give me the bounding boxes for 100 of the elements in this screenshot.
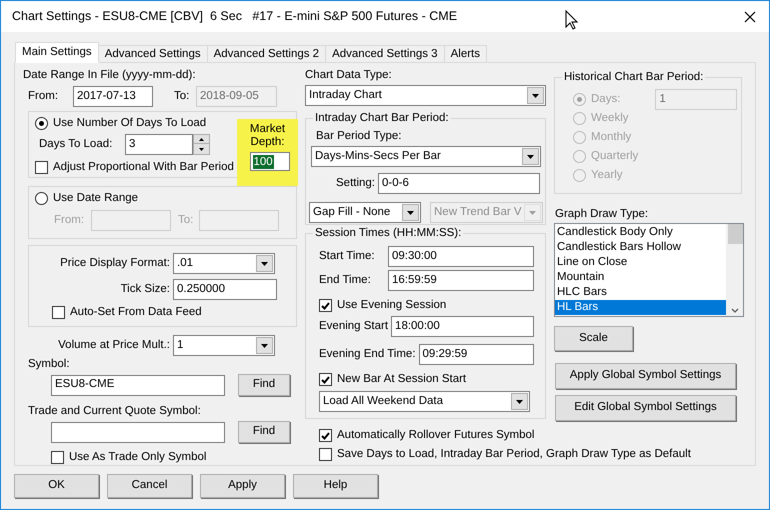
symbol-field[interactable] xyxy=(51,422,225,442)
radio-label: Yearly xyxy=(591,168,623,183)
format-dropdown[interactable]: .01 xyxy=(173,253,275,274)
mouse-pointer-icon xyxy=(565,10,578,30)
checkbox-label: Use Evening Session xyxy=(337,298,446,313)
field-label: Evening Start xyxy=(319,318,388,334)
section-label: Date Range In File (yyyy-mm-dd): xyxy=(23,68,197,82)
section-label: Graph Draw Type: xyxy=(555,207,650,221)
field-label: End Time: xyxy=(319,272,372,288)
time-field[interactable]: 09:30:00 xyxy=(388,246,534,267)
group-title: Session Times (HH:MM:SS): xyxy=(313,226,464,240)
volume-mult-dropdown[interactable]: 1 xyxy=(173,335,275,356)
field-label: Market Depth: xyxy=(248,123,286,149)
date-field[interactable]: 2018-09-05 xyxy=(196,86,277,107)
spin-up-button[interactable] xyxy=(193,134,210,144)
field-label: Setting: xyxy=(335,176,376,191)
caret-icon xyxy=(529,210,536,214)
scale-button[interactable]: Scale xyxy=(554,326,633,351)
checkbox[interactable] xyxy=(35,161,48,174)
time-field[interactable]: 18:00:00 xyxy=(391,316,534,337)
field-label: To: xyxy=(178,212,194,228)
field-label: Volume at Price Mult.: xyxy=(57,338,171,353)
checkbox-label: Adjust Proportional With Bar Period xyxy=(53,160,234,175)
up-arrow-icon xyxy=(199,138,204,140)
gap-fill-dropdown[interactable]: Gap Fill - None xyxy=(309,202,421,223)
radio-label: Days: xyxy=(591,92,620,107)
list-item[interactable]: Candlestick Bars Hollow xyxy=(555,240,726,255)
edit-global-button[interactable]: Edit Global Symbol Settings xyxy=(555,395,736,421)
checkbox-label: Use As Trade Only Symbol xyxy=(69,450,206,465)
market-depth-field[interactable]: 100 xyxy=(250,152,290,171)
dialog-button[interactable]: OK xyxy=(14,474,99,498)
radio-button[interactable] xyxy=(35,192,48,205)
field-label: Tick Size: xyxy=(120,282,171,297)
group-title: Intraday Chart Bar Period: xyxy=(313,111,451,125)
field-label: To: xyxy=(174,88,190,104)
list-item[interactable]: Candlestick Body Only xyxy=(555,225,726,240)
weekend-dropdown[interactable]: Load All Weekend Data xyxy=(319,391,530,412)
find-button[interactable]: Find xyxy=(238,374,290,396)
list-item[interactable]: HL Bars xyxy=(555,300,726,315)
dialog-button[interactable]: Cancel xyxy=(107,474,192,498)
symbol-field[interactable]: ESU8-CME xyxy=(51,374,225,396)
chart-type-dropdown[interactable]: Intraday Chart xyxy=(305,85,546,106)
caret-icon xyxy=(407,210,414,214)
radio-label: Quarterly xyxy=(591,148,638,164)
caret-icon xyxy=(261,344,268,348)
caret-icon xyxy=(261,262,268,266)
spin-down-button[interactable] xyxy=(193,144,210,155)
field-label: Trade and Current Quote Symbol: xyxy=(28,404,202,418)
date-field[interactable]: 2017-07-13 xyxy=(73,86,153,107)
time-field[interactable]: 16:59:59 xyxy=(388,270,534,291)
graph-type-list[interactable]: Candlestick Body Only Candlestick Bars Hollow Line on Close Mountain HLC Bars HL Bars xyxy=(554,223,744,317)
checkbox[interactable] xyxy=(319,448,332,461)
field-label: Days To Load: xyxy=(39,136,114,152)
setting-field[interactable]: 0-0-6 xyxy=(378,173,540,194)
section-label: Chart Data Type: xyxy=(305,68,393,82)
field-label: From: xyxy=(54,212,86,228)
caret-icon xyxy=(527,154,534,158)
radio-label: Weekly xyxy=(591,110,628,126)
field-label: Price Display Format: xyxy=(59,256,171,271)
down-arrow-icon xyxy=(199,148,204,150)
field-label: Start Time: xyxy=(319,248,376,264)
scrollbar-thumb[interactable] xyxy=(728,224,742,244)
list-item[interactable]: Mountain xyxy=(555,270,726,285)
date-field[interactable] xyxy=(91,210,171,231)
time-field[interactable]: 09:29:59 xyxy=(418,344,534,365)
dialog-button[interactable]: Apply xyxy=(200,474,285,498)
checkbox[interactable] xyxy=(319,373,332,386)
checkbox[interactable] xyxy=(52,306,65,319)
list-item[interactable]: HLC Bars xyxy=(555,285,726,300)
checkbox-label: Auto-Set From Data Feed xyxy=(70,304,202,320)
close-icon[interactable] xyxy=(744,10,756,22)
tab[interactable]: Main Settings xyxy=(15,42,99,63)
caret-icon xyxy=(516,400,523,404)
field-label: From: xyxy=(28,88,60,104)
days-field[interactable]: 3 xyxy=(125,134,193,155)
checkbox[interactable] xyxy=(319,299,332,312)
selected-text: 100 xyxy=(252,154,274,168)
tick-size-field[interactable]: 0.250000 xyxy=(173,279,277,300)
field-label: Symbol: xyxy=(28,357,71,371)
checkbox[interactable] xyxy=(51,451,64,464)
window-title: Chart Settings - ESU8-CME [CBV] 6 Sec #17 - E-mini S&P 500 Futures - CME xyxy=(12,8,458,26)
scrollbar[interactable] xyxy=(726,224,743,316)
radio-label: Use Date Range xyxy=(53,190,138,206)
date-field[interactable] xyxy=(199,210,279,231)
checkbox-label: Automatically Rollover Futures Symbol xyxy=(337,428,534,443)
apply-global-button[interactable]: Apply Global Symbol Settings xyxy=(555,363,736,389)
list-item[interactable]: Line on Close xyxy=(555,255,726,270)
checkbox-label: Save Days to Load, Intraday Bar Period, Graph Draw Type as Default xyxy=(337,446,691,462)
radio-label: Use Number Of Days To Load xyxy=(53,116,206,131)
tab[interactable]: Alerts xyxy=(444,45,487,63)
checkbox[interactable] xyxy=(319,429,332,442)
field-label: Evening End Time: xyxy=(319,346,416,362)
caret-icon xyxy=(532,94,539,98)
field-label: Bar Period Type: xyxy=(316,129,402,143)
radio-label: Monthly xyxy=(591,130,632,145)
radio-button[interactable] xyxy=(35,117,48,130)
checkbox-label: New Bar At Session Start xyxy=(337,372,466,387)
find-button[interactable]: Find xyxy=(238,421,290,443)
bar-period-dropdown[interactable]: Days-Mins-Secs Per Bar xyxy=(311,146,541,167)
dialog-button[interactable]: Help xyxy=(293,474,378,498)
